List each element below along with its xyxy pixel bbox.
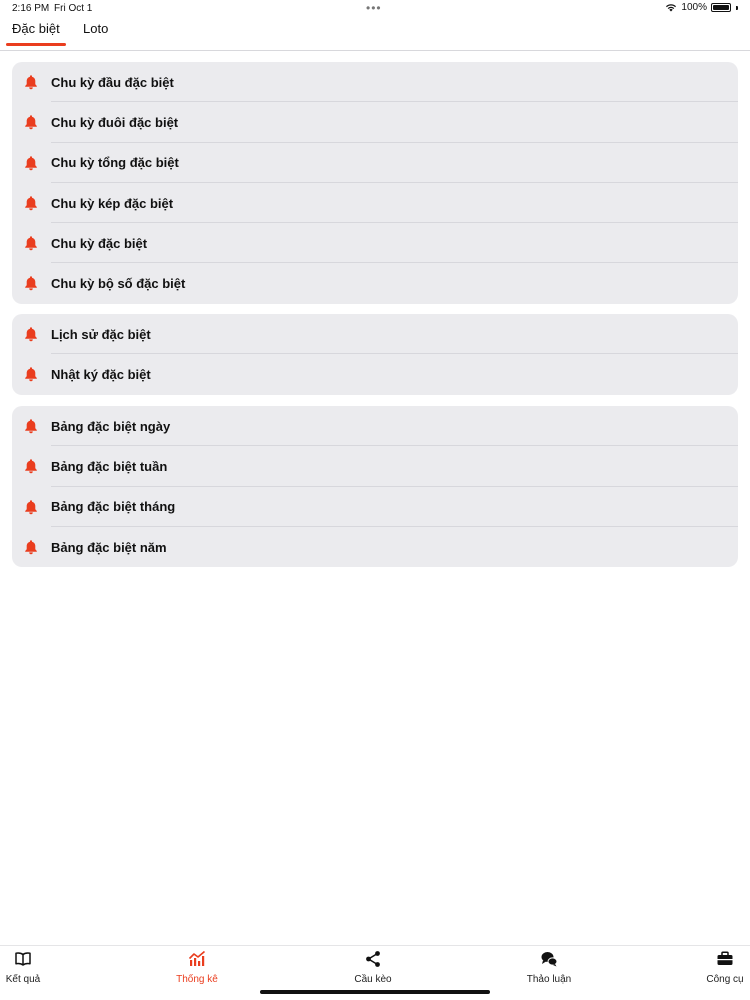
status-right: 100% [665, 2, 738, 13]
list-item-chu-ky-kep[interactable]: Chu kỳ kép đặc biệt [12, 183, 738, 224]
list-item-bang-tuan[interactable]: Bảng đặc biệt tuần [12, 446, 738, 487]
status-time: 2:16 PM [12, 3, 50, 14]
list-item-chu-ky-tong[interactable]: Chu kỳ tổng đặc biệt [12, 143, 738, 183]
tab-thong-ke[interactable]: Thống kê [152, 950, 242, 985]
tab-cau-keo[interactable]: Cầu kèo [328, 950, 418, 985]
list-item-label: Bảng đặc biệt tháng [51, 499, 176, 515]
list-item-label: Chu kỳ bộ số đặc biệt [51, 276, 186, 292]
list-item-label: Bảng đặc biệt năm [51, 539, 167, 555]
status-bar: 2:16 PM Fri Oct 1 ••• 100% [0, 0, 750, 18]
battery-icon [711, 3, 731, 12]
list-item-label: Chu kỳ tổng đặc biệt [51, 155, 179, 171]
list-item-chu-ky-duoi[interactable]: Chu kỳ đuôi đặc biệt [12, 102, 738, 143]
book-icon [15, 952, 31, 966]
share-icon [366, 951, 380, 967]
toolbox-icon [717, 951, 733, 965]
menu-group-chu-ky: Chu kỳ đầu đặc biệt Chu kỳ đuôi đặc biệt… [12, 62, 738, 304]
list-item-label: Bảng đặc biệt ngày [51, 418, 171, 434]
bell-icon [25, 276, 37, 291]
wifi-icon [666, 4, 677, 12]
list-item-label: Chu kỳ đầu đặc biệt [51, 74, 174, 90]
bell-icon [25, 196, 37, 211]
list-item-label: Nhật ký đặc biệt [51, 366, 151, 382]
list-item-bang-nam[interactable]: Bảng đặc biệt năm [12, 527, 738, 567]
tab-label: Kết quả [5, 974, 41, 985]
tab-cong-cu[interactable]: Công cụ [680, 950, 750, 985]
list-item-nhat-ky[interactable]: Nhật ký đặc biệt [12, 354, 738, 394]
list-item-chu-ky[interactable]: Chu kỳ đặc biệt [12, 223, 738, 264]
tab-label: Thống kê [176, 974, 218, 985]
tab-loto[interactable]: Loto [83, 21, 108, 36]
list-item-label: Bảng đặc biệt tuần [51, 458, 168, 474]
top-tab-bar: Đặc biệt Loto [0, 18, 750, 51]
tab-label: Công cụ [706, 974, 744, 985]
list-item-bang-thang[interactable]: Bảng đặc biệt tháng [12, 487, 738, 527]
chat-icon [541, 952, 558, 967]
bell-icon [25, 75, 37, 90]
home-indicator[interactable] [260, 990, 490, 994]
multitasking-dots-icon[interactable]: ••• [366, 1, 382, 15]
list-item-label: Chu kỳ kép đặc biệt [51, 195, 174, 211]
battery-percent: 100% [681, 2, 707, 13]
list-item-label: Chu kỳ đuôi đặc biệt [51, 114, 179, 130]
list-item-chu-ky-bo-so[interactable]: Chu kỳ bộ số đặc biệt [12, 263, 738, 303]
tab-label: Thảo luận [526, 974, 572, 985]
bell-icon [25, 236, 37, 251]
menu-group-lich-su: Lịch sử đặc biệt Nhật ký đặc biệt [12, 314, 738, 395]
list-item-chu-ky-dau[interactable]: Chu kỳ đầu đặc biệt [12, 62, 738, 103]
list-item-bang-ngay[interactable]: Bảng đặc biệt ngày [12, 406, 738, 447]
bell-icon [25, 155, 37, 170]
active-tab-indicator [6, 43, 66, 46]
status-date: Fri Oct 1 [54, 3, 93, 14]
tab-label: Cầu kèo [354, 974, 392, 985]
list-item-label: Chu kỳ đặc biệt [51, 235, 148, 251]
tab-ket-qua[interactable]: Kết quả [0, 950, 68, 985]
bell-icon [25, 367, 37, 382]
bell-icon [25, 540, 37, 555]
list-item-label: Lịch sử đặc biệt [51, 326, 151, 342]
bell-icon [25, 419, 37, 434]
tab-dac-biet[interactable]: Đặc biệt [12, 21, 60, 36]
bell-icon [25, 459, 37, 474]
tab-thao-luan[interactable]: Thảo luận [504, 950, 594, 985]
bell-icon [25, 327, 37, 342]
bell-icon [25, 499, 37, 514]
bell-icon [25, 115, 37, 130]
list-item-lich-su[interactable]: Lịch sử đặc biệt [12, 314, 738, 355]
chart-icon [188, 950, 206, 966]
menu-group-bang: Bảng đặc biệt ngày Bảng đặc biệt tuần Bả… [12, 406, 738, 568]
